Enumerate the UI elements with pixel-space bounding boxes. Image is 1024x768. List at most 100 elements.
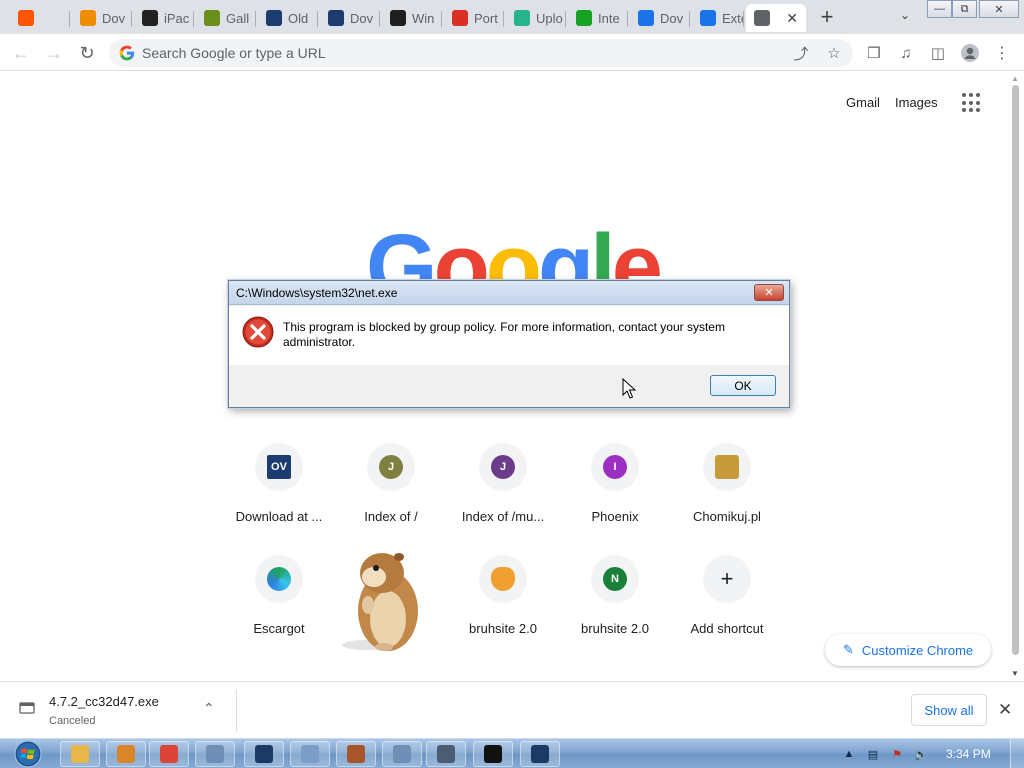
network-icon[interactable]: ▤ <box>864 745 882 763</box>
shortcut-label: bruhsite 2.0 <box>469 621 537 636</box>
scroll-down-arrow-icon[interactable]: ▼ <box>1011 669 1019 678</box>
chrome-menu-icon[interactable]: ⋮ <box>989 40 1015 66</box>
windows-taskbar: ▲ ▤ ⚑ 🔈 3:34 PM <box>0 738 1024 768</box>
browser-tab[interactable]: ✕ <box>746 4 806 32</box>
portable-icon <box>452 10 468 26</box>
taskbar-app-button[interactable] <box>520 741 560 767</box>
taskbar-app-button[interactable] <box>473 741 513 767</box>
profile-avatar-icon[interactable] <box>957 40 983 66</box>
shortcut-label: Add shortcut <box>690 621 764 636</box>
shortcut-tile[interactable]: Chomikuj.pl <box>671 443 783 543</box>
shortcut-tile[interactable]: Nbruhsite 2.0 <box>559 555 671 655</box>
customize-chrome-button[interactable]: ✎ Customize Chrome <box>825 634 991 666</box>
google-apps-icon[interactable] <box>962 93 982 113</box>
shortcut-tile[interactable]: bruhsite 2.0 <box>447 555 559 655</box>
share-icon[interactable]: ⤴ <box>788 40 814 66</box>
taskbar-app-button[interactable] <box>106 741 146 767</box>
chevron-up-icon[interactable]: ⌃ <box>203 700 215 717</box>
browser-tab[interactable]: Win <box>382 4 442 32</box>
oldversion-icon <box>266 10 282 26</box>
cat-face-icon <box>491 567 515 591</box>
ok-button[interactable]: OK <box>710 375 776 396</box>
taskbar-app-button[interactable] <box>382 741 422 767</box>
shortcut-label: bruhsite 2.0 <box>581 621 649 636</box>
customize-chrome-label: Customize Chrome <box>861 642 974 658</box>
scrollbar-thumb[interactable] <box>1012 85 1019 655</box>
browser-tab[interactable]: Inte <box>568 4 628 32</box>
ipac-icon <box>142 10 158 26</box>
browser-tab[interactable]: Old <box>258 4 318 32</box>
triangle-app-icon <box>531 745 549 763</box>
volume-icon[interactable]: 🔈 <box>912 745 930 763</box>
taskbar-clock[interactable]: 3:34 PM <box>946 747 991 761</box>
shortcut-tile[interactable]: OV Download at ... <box>223 443 335 543</box>
browser-tab[interactable]: Exte <box>692 4 744 32</box>
shortcut-label: Index of / <box>364 509 418 524</box>
paint-icon <box>347 745 365 763</box>
dialog-titlebar[interactable]: C:\Windows\system32\net.exe ✕ <box>229 281 789 305</box>
window-close-button[interactable]: ✕ <box>979 0 1019 18</box>
show-all-button[interactable]: Show all <box>911 694 987 726</box>
tab-separator <box>317 11 318 27</box>
gmail-link[interactable]: Gmail <box>846 95 880 110</box>
browser-tab[interactable]: Gall <box>196 4 256 32</box>
triangle-app-icon <box>255 745 273 763</box>
tab-title: Old <box>288 10 309 26</box>
images-link[interactable]: Images <box>895 95 938 110</box>
error-icon <box>242 316 274 348</box>
show-desktop-button[interactable] <box>1010 739 1024 768</box>
tray-expand-icon[interactable]: ▲ <box>840 745 858 763</box>
back-button[interactable]: ← <box>8 40 34 66</box>
bookmark-star-icon[interactable]: ☆ <box>821 40 847 66</box>
vertical-scrollbar[interactable]: ▲ ▼ <box>1007 71 1024 681</box>
google-g-icon <box>119 45 135 61</box>
browser-tab[interactable]: iPac <box>134 4 194 32</box>
dialog-close-button[interactable]: ✕ <box>754 284 784 301</box>
tab-separator <box>255 11 256 27</box>
start-button[interactable] <box>8 739 48 768</box>
browser-tab[interactable]: Dov <box>630 4 690 32</box>
new-tab-button[interactable]: + <box>815 6 839 30</box>
browser-tab[interactable]: Uplo <box>506 4 566 32</box>
browser-tab[interactable]: Dov <box>72 4 132 32</box>
shortcut-icon-circle: I <box>591 443 639 491</box>
shortcut-tile[interactable]: + Add shortcut <box>671 555 783 655</box>
tab-title: Gall <box>226 10 250 26</box>
shortcut-tile[interactable]: I Phoenix <box>559 443 671 543</box>
taskbar-app-button[interactable] <box>290 741 330 767</box>
taskbar-app-button[interactable] <box>60 741 100 767</box>
browser-tab[interactable]: Port <box>444 4 504 32</box>
extensions-puzzle-icon[interactable]: ❒ <box>861 40 887 66</box>
taskbar-app-button[interactable] <box>195 741 235 767</box>
taskbar-app-button[interactable] <box>244 741 284 767</box>
omnibox-input[interactable] <box>142 39 782 67</box>
tab-separator <box>69 11 70 27</box>
forward-button[interactable]: → <box>41 40 67 66</box>
shortcut-icon-circle: J <box>367 443 415 491</box>
omnibox[interactable] <box>109 39 853 67</box>
shortcut-tile[interactable]: J Index of /mu... <box>447 443 559 543</box>
browser-tab[interactable]: Dov <box>320 4 380 32</box>
shortcut-icon-circle: N <box>591 555 639 603</box>
letter-avatar-icon: N <box>603 567 627 591</box>
taskbar-app-button[interactable] <box>336 741 376 767</box>
media-control-icon[interactable]: ♫ <box>893 40 919 66</box>
reload-button[interactable]: ↻ <box>74 40 100 66</box>
close-tab-icon[interactable]: ✕ <box>786 10 798 27</box>
shortcut-tile[interactable]: Escargot <box>223 555 335 655</box>
download-filename[interactable]: 4.7.2_cc32d47.exe <box>49 694 159 709</box>
close-shelf-icon[interactable]: ✕ <box>998 700 1012 720</box>
shortcut-tile[interactable]: J Index of / <box>335 443 447 543</box>
taskbar-app-button[interactable] <box>426 741 466 767</box>
tab-search-button[interactable]: ⌄ <box>895 8 915 26</box>
scroll-up-arrow-icon[interactable]: ▲ <box>1011 74 1019 83</box>
shortcut-label: Chomikuj.pl <box>693 509 761 524</box>
chomikuj-icon <box>715 455 739 479</box>
browser-tab[interactable] <box>10 4 70 32</box>
taskbar-app-button[interactable] <box>149 741 189 767</box>
shortcut-label: Index of /mu... <box>461 509 545 524</box>
side-panel-icon[interactable]: ◫ <box>925 40 951 66</box>
restore-button[interactable]: ⧉ <box>952 0 977 18</box>
action-center-icon[interactable]: ⚑ <box>888 745 906 763</box>
minimize-button[interactable]: — <box>927 0 952 18</box>
